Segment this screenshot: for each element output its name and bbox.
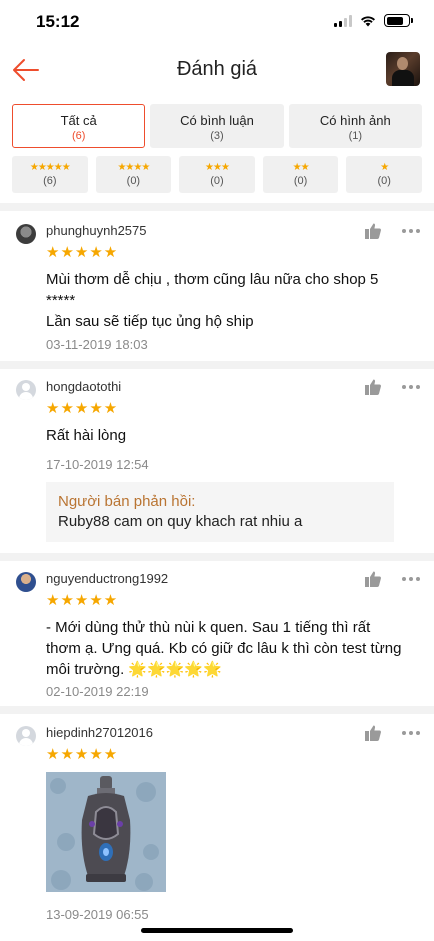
star-filter-count: (0) [210,175,224,187]
avatar [16,380,36,400]
review-username: hiepdinh27012016 [46,725,153,740]
avatar [16,726,36,746]
home-indicator [141,928,293,933]
section-divider [0,553,434,561]
star-icons: ★★★★ [117,162,150,173]
filter-3-stars[interactable]: ★★★ (0) [179,156,255,193]
tab-all[interactable]: Tất cả (6) [12,104,146,148]
star-filter-count: (6) [43,175,57,187]
tab-label: Tất cả [60,113,97,128]
seller-reply-label: Người bán phản hồi: [58,493,196,510]
more-options-icon[interactable] [400,378,422,396]
filter-4-stars[interactable]: ★★★★ (0) [95,156,172,193]
tab-count: (6) [71,130,86,142]
star-filter-count: (0) [293,175,308,187]
more-options-icon[interactable] [400,570,422,588]
review-date: 02-10-2019 22:19 [46,684,149,699]
perfume-bottle-image [46,772,166,892]
status-bar: 15:12 [0,0,434,44]
status-icons [334,14,413,27]
review-stars: ★★★★★ [46,244,119,261]
star-icons: ★★★★★ [29,162,71,173]
star-icons: ★★ [292,162,310,173]
tab-label: Có bình luận [180,113,254,128]
review-comment: - Mới dùng thử thù nùi k quen. Sau 1 tiế… [46,619,402,678]
thumbs-up-icon[interactable] [364,570,382,588]
filter-tabs: Tất cả (6) Có bình luận (3) Có hình ảnh … [12,104,422,148]
star-icons: ★ [380,162,389,173]
review-date: 03-11-2019 18:03 [46,337,148,352]
filter-2-stars[interactable]: ★★ (0) [262,156,339,193]
review-date: 17-10-2019 12:54 [46,457,149,472]
review-stars: ★★★★★ [46,592,119,609]
filter-5-stars[interactable]: ★★★★★ (6) [12,156,88,193]
review-stars: ★★★★★ [46,746,119,763]
review-username: nguyenductrong1992 [46,571,169,586]
tab-with-comment[interactable]: Có bình luận (3) [150,104,284,148]
seller-reply-text: Ruby88 cam on quy khach rat nhiu a [58,513,303,530]
tab-count: (1) [348,130,363,142]
more-options-icon[interactable] [400,724,422,742]
tab-with-image[interactable]: Có hình ảnh (1) [288,104,422,148]
filter-1-star[interactable]: ★ (0) [346,156,422,193]
review-comment: Mùi thơm dễ chịu , thơm cũng lâu nữa cho… [46,271,379,330]
thumbs-up-icon[interactable] [364,724,382,742]
star-filter-tabs: ★★★★★ (6) ★★★★ (0) ★★★ (0) ★★ (0) ★ (0) [12,156,422,193]
page-title: Đánh giá [176,58,258,80]
nav-bar: Đánh giá [0,44,434,96]
review-filters: Tất cả (6) Có bình luận (3) Có hình ảnh … [12,104,422,193]
section-divider [0,706,434,714]
section-divider [0,361,434,369]
status-time: 15:12 [36,12,80,31]
avatar [16,572,36,592]
signal-icon [334,14,352,27]
star-filter-count: (0) [126,175,141,187]
star-filter-count: (0) [377,175,391,187]
tab-label: Có hình ảnh [319,113,391,128]
section-divider [0,203,434,211]
thumbs-up-icon[interactable] [364,222,382,240]
thumbs-up-icon[interactable] [364,378,382,396]
seller-reply: Người bán phản hồi: Ruby88 cam on quy kh… [46,482,394,542]
battery-icon [384,14,413,27]
review-username: hongdaotothi [46,379,122,394]
wifi-icon [361,15,375,26]
tab-count: (3) [210,130,224,142]
review-comment: Rất hài lòng [46,427,127,444]
review-photo[interactable] [46,772,166,892]
more-options-icon[interactable] [400,222,422,240]
review-stars: ★★★★★ [46,400,119,417]
avatar [16,224,36,244]
review-date: 13-09-2019 06:55 [46,907,149,922]
star-icons: ★★★ [205,162,230,173]
review-username: phunghuynh2575 [46,223,147,238]
shop-avatar[interactable] [386,52,420,86]
